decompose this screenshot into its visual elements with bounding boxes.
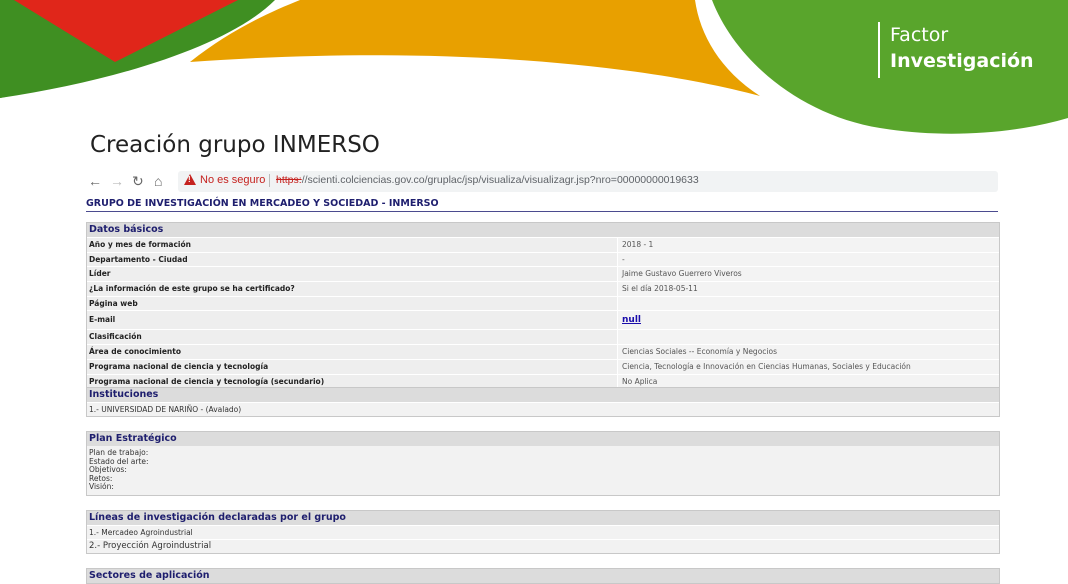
plan-estrategico-heading: Plan Estratégico [87, 432, 999, 446]
brand-line-1: Factor [890, 24, 949, 46]
list-item: 2.- Proyección Agroindustrial [87, 539, 999, 553]
row-value: Si el día 2018-05-11 [617, 282, 999, 296]
lineas-heading: Líneas de investigación declaradas por e… [87, 511, 999, 525]
home-icon[interactable]: ⌂ [154, 172, 162, 190]
row-label: E-mail [87, 311, 617, 330]
row-label: Clasificación [87, 330, 617, 345]
row-label: ¿La información de este grupo se ha cert… [87, 282, 617, 296]
plan-lines: Plan de trabajo: Estado del arte: Objeti… [87, 446, 999, 495]
email-link[interactable]: null [617, 311, 999, 330]
security-warning[interactable]: No es seguro [200, 174, 265, 186]
lineas-panel: Líneas de investigación declaradas por e… [86, 510, 1000, 554]
table-row: Página web [87, 295, 999, 311]
brand-line-2: Investigación [890, 50, 1034, 72]
list-item: 1.- UNIVERSIDAD DE NARIÑO - (Avalado) [87, 402, 999, 416]
table-row: Programa nacional de ciencia y tecnologí… [87, 358, 999, 374]
instituciones-heading: Instituciones [87, 388, 999, 402]
table-row: Clasificación [87, 329, 999, 345]
table-row: E-mail null [87, 310, 999, 330]
slide-title: Creación grupo INMERSO [90, 132, 380, 158]
url-protocol: https: [276, 174, 302, 186]
forward-icon[interactable]: → [110, 172, 124, 190]
row-label: Área de conocimiento [87, 345, 617, 359]
table-row: Departamento - Ciudad - [87, 251, 999, 267]
instituciones-panel: Instituciones 1.- UNIVERSIDAD DE NARIÑO … [86, 387, 1000, 417]
plan-line: Visión: [89, 482, 114, 492]
row-value: Jaime Gustavo Guerrero Viveros [617, 267, 999, 282]
row-value: - [617, 252, 999, 267]
sectores-heading: Sectores de aplicación [87, 569, 999, 583]
plan-line: Objetivos: [89, 465, 127, 475]
datos-basicos-panel: Datos básicos Año y mes de formación 2018… [86, 222, 1000, 390]
row-label: Líder [87, 267, 617, 282]
table-row: Líder Jaime Gustavo Guerrero Viveros [87, 266, 999, 282]
table-row: Área de conocimiento Ciencias Sociales --… [87, 344, 999, 359]
url-text[interactable]: https://scienti.colciencias.gov.co/grupl… [276, 174, 699, 186]
browser-toolbar: ← → ↻ ⌂ No es seguro https://scienti.col… [86, 171, 998, 192]
row-label: Página web [87, 296, 617, 311]
row-value [617, 296, 999, 311]
brand-logo: Factor Investigación [878, 22, 1034, 78]
plan-estrategico-panel: Plan Estratégico Plan de trabajo: Estado… [86, 431, 1000, 496]
table-row: ¿La información de este grupo se ha cert… [87, 281, 999, 296]
reload-icon[interactable]: ↻ [132, 172, 144, 190]
row-value: Ciencia, Tecnología e Innovación en Cien… [617, 359, 999, 374]
row-label: Departamento - Ciudad [87, 252, 617, 267]
plan-line: Estado del arte: [89, 456, 149, 466]
list-item: 1.- Mercadeo Agroindustrial [87, 525, 999, 539]
row-label: Año y mes de formación [87, 238, 617, 252]
plan-line: Plan de trabajo: [89, 448, 149, 457]
address-bar[interactable]: No es seguro https://scienti.colciencias… [178, 171, 998, 192]
warning-icon[interactable] [184, 174, 196, 185]
row-value: 2018 - 1 [617, 238, 999, 252]
row-label: Programa nacional de ciencia y tecnologí… [87, 359, 617, 374]
url-path: //scienti.colciencias.gov.co/gruplac/jsp… [301, 174, 699, 186]
table-row: Programa nacional de ciencia y tecnologí… [87, 373, 999, 389]
separator [269, 174, 270, 187]
group-title: GRUPO DE INVESTIGACIÓN EN MERCADEO Y SOC… [86, 198, 998, 212]
row-value: Ciencias Sociales -- Economía y Negocios [617, 345, 999, 359]
plan-line: Retos: [89, 473, 113, 483]
sectores-panel: Sectores de aplicación [86, 568, 1000, 584]
table-row: Año y mes de formación 2018 - 1 [87, 237, 999, 252]
back-icon[interactable]: ← [88, 172, 102, 190]
datos-basicos-heading: Datos básicos [87, 223, 999, 237]
row-value [617, 330, 999, 345]
